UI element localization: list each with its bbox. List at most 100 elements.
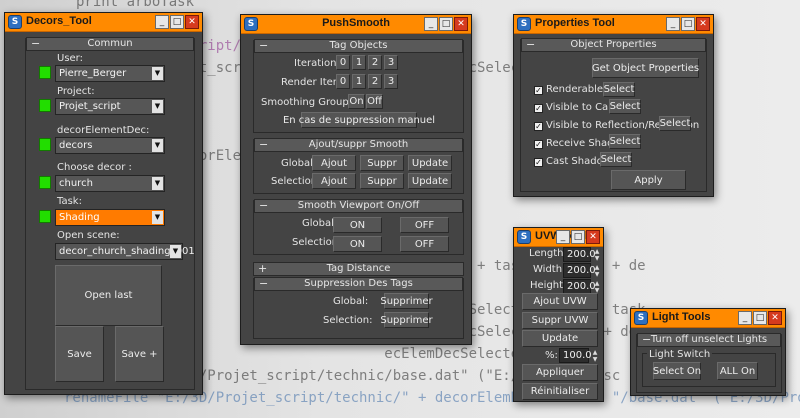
iterations-1-button[interactable]: 1 (352, 55, 366, 70)
ajout-selection-button[interactable]: Ajout (312, 173, 356, 189)
length-label: Length: (529, 248, 567, 259)
viewport-global-off-button[interactable]: OFF (400, 217, 449, 233)
render-iters-2-button[interactable]: 2 (368, 74, 382, 89)
spinner-arrows-icon[interactable]: ▲ ▼ (592, 280, 602, 294)
spinner-arrows-icon[interactable]: ▲ ▼ (590, 349, 600, 363)
update-selection-button[interactable]: Update (408, 173, 452, 189)
tag-distance-rollout-header[interactable]: + Tag Distance (253, 262, 464, 276)
suppr-uvw-button[interactable]: Suppr UVW (522, 312, 598, 329)
minimize-icon[interactable]: _ (155, 15, 169, 29)
smoothing-on-button[interactable]: On (348, 94, 365, 109)
render-iters-0-button[interactable]: 0 (336, 74, 350, 89)
renderable-checkbox[interactable]: ✓ (534, 86, 543, 95)
properties-tool-window: S Properties Tool _ □ ✕ − Object Properti… (513, 14, 714, 197)
save-plus-button[interactable]: Save + (115, 326, 164, 382)
close-icon[interactable]: ✕ (768, 311, 782, 325)
task-dropdown[interactable]: Shading ▼ (55, 209, 165, 226)
receive-shadows-select-button[interactable]: Select (609, 134, 641, 149)
rollout-header[interactable]: − Ajout/suppr Smooth (254, 138, 463, 152)
ajout-uvw-button[interactable]: Ajout UVW (522, 293, 598, 310)
suppr-global-button[interactable]: Suppr (360, 155, 404, 171)
height-label: Height: (530, 280, 567, 291)
minimize-icon[interactable]: _ (424, 17, 438, 31)
suppression-tags-rollout: − Suppression Des Tags (253, 277, 464, 339)
height-spinner[interactable]: 200.0 ▲ ▼ (563, 279, 599, 294)
cast-shadows-checkbox[interactable]: ✓ (534, 158, 543, 167)
user-dropdown[interactable]: Pierre_Berger ▼ (55, 65, 165, 82)
select-on-button[interactable]: Select On (653, 362, 701, 380)
rollout-header[interactable]: − Smooth Viewport On/Off (254, 199, 463, 213)
rollout-header[interactable]: − Suppression Des Tags (254, 277, 463, 291)
spinner-arrows-icon[interactable]: ▲ ▼ (592, 248, 602, 262)
maximize-icon[interactable]: □ (753, 311, 767, 325)
smoothing-off-button[interactable]: Off (366, 94, 383, 109)
all-on-button[interactable]: ALL On (717, 362, 758, 380)
get-object-properties-button[interactable]: Get Object Properties (592, 58, 699, 78)
decor-dropdown[interactable]: church ▼ (55, 175, 165, 192)
iterations-0-button[interactable]: 0 (336, 55, 350, 70)
status-indicator (39, 176, 51, 189)
pushsmooth-window: S PushSmooth _ □ ✕ − Tag Objects Iteratio… (240, 14, 472, 345)
renderable-select-button[interactable]: Select (603, 82, 635, 97)
window-title: Light Tools (652, 311, 711, 323)
minimize-icon[interactable]: _ (738, 311, 752, 325)
status-indicator (39, 66, 51, 79)
spinner-arrows-icon[interactable]: ▲ ▼ (592, 264, 602, 278)
minimize-icon[interactable]: _ (556, 230, 570, 244)
close-icon[interactable]: ✕ (185, 15, 199, 29)
update-button[interactable]: Update (522, 330, 598, 347)
apply-button[interactable]: Apply (611, 170, 686, 190)
maximize-icon[interactable]: □ (439, 17, 453, 31)
close-icon[interactable]: ✕ (586, 230, 600, 244)
close-icon[interactable]: ✕ (454, 17, 468, 31)
status-indicator (39, 138, 51, 151)
iterations-3-button[interactable]: 3 (384, 55, 398, 70)
open-scene-dropdown[interactable]: decor_church_shading_001 ▼ (55, 243, 195, 260)
maximize-icon[interactable]: □ (571, 230, 585, 244)
width-spinner[interactable]: 200.0 ▲ ▼ (563, 263, 599, 278)
render-iters-1-button[interactable]: 1 (352, 74, 366, 89)
visible-to-camera-select-button[interactable]: Select (609, 99, 641, 114)
save-button[interactable]: Save (55, 326, 104, 382)
length-spinner[interactable]: 200.0 ▲ ▼ (563, 247, 599, 262)
visible-to-reflection-select-button[interactable]: Select (659, 116, 691, 131)
project-dropdown[interactable]: Projet_script ▼ (55, 98, 165, 115)
visible-to-reflection-checkbox[interactable]: ✓ (534, 122, 543, 131)
maximize-icon[interactable]: □ (681, 17, 695, 31)
viewport-selection-on-button[interactable]: ON (333, 236, 382, 252)
manual-delete-button[interactable]: En cas de suppression manuel (283, 112, 435, 128)
light-switch-label: Light Switch (647, 349, 713, 360)
open-last-button[interactable]: Open last (55, 265, 162, 326)
iterations-2-button[interactable]: 2 (368, 55, 382, 70)
update-global-button[interactable]: Update (408, 155, 452, 171)
rollout-header[interactable]: − Tag Objects (254, 39, 463, 53)
minimize-icon[interactable]: _ (666, 17, 680, 31)
element-dropdown[interactable]: decors ▼ (55, 137, 165, 154)
ajout-global-button[interactable]: Ajout (312, 155, 356, 171)
reinitialiser-button[interactable]: Réinitialiser (522, 383, 598, 400)
render-iters-3-button[interactable]: 3 (384, 74, 398, 89)
code-line: print arboTask (76, 0, 195, 10)
titlebar[interactable]: S Decors_Tool _ □ ✕ (5, 13, 202, 32)
rollout-header[interactable]: − Object Properties (521, 38, 706, 52)
percent-spinner[interactable]: 100.0 ▲ ▼ (559, 348, 597, 363)
suppr-selection-button[interactable]: Suppr (360, 173, 404, 189)
supprimer-selection-button[interactable]: Supprimer (380, 312, 433, 328)
app-logo-icon: S (634, 311, 648, 325)
close-icon[interactable]: ✕ (696, 17, 710, 31)
titlebar[interactable]: S PushSmooth _ □ ✕ (241, 15, 471, 34)
app-logo-icon: S (517, 17, 531, 31)
rollout-header[interactable]: − Turn off unselect Lights (637, 333, 781, 347)
cast-shadows-select-button[interactable]: Select (600, 152, 632, 167)
maximize-icon[interactable]: □ (170, 15, 184, 29)
titlebar[interactable]: S Properties Tool _ □ ✕ (514, 15, 713, 34)
titlebar[interactable]: S UVW Tool _ □ ✕ (514, 228, 603, 247)
receive-shadows-checkbox[interactable]: ✓ (534, 140, 543, 149)
rollout-header[interactable]: − Commun (26, 37, 194, 51)
appliquer-button[interactable]: Appliquer (522, 364, 598, 381)
visible-to-camera-checkbox[interactable]: ✓ (534, 104, 543, 113)
viewport-selection-off-button[interactable]: OFF (400, 236, 449, 252)
titlebar[interactable]: S Light Tools _ □ ✕ (631, 309, 785, 328)
supprimer-global-button[interactable]: Supprimer (380, 293, 433, 309)
viewport-global-on-button[interactable]: ON (333, 217, 382, 233)
